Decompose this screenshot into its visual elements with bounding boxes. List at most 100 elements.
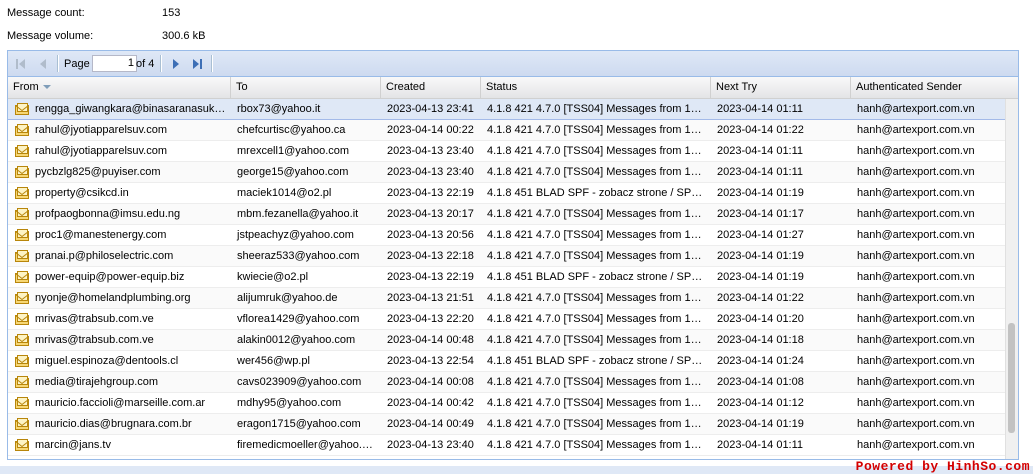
next-try-cell: 2023-04-14 01:12 <box>717 397 804 409</box>
to-cell: george15@yahoo.com <box>237 166 349 178</box>
created-cell: 2023-04-14 00:48 <box>387 334 474 346</box>
table-row[interactable]: pranai.p@philoselectric.com sheeraz533@ya… <box>8 246 1008 267</box>
next-try-cell: 2023-04-14 01:11 <box>717 145 804 157</box>
mail-queue-icon <box>15 145 29 157</box>
created-cell: 2023-04-13 22:18 <box>387 250 474 262</box>
status-cell: 4.1.8 421 4.7.0 [TSS04] Messages from 1… <box>487 292 702 304</box>
from-cell: media@tirajehgroup.com <box>35 376 159 388</box>
table-row[interactable]: proc1@manestenergy.com jstpeachyz@yahoo.c… <box>8 225 1008 246</box>
grid-header: From To Created Status Next Try Authenti… <box>8 77 1018 99</box>
status-cell: 4.1.8 451 BLAD SPF - zobacz strone / SP… <box>487 271 703 283</box>
table-row[interactable]: rahul@jyotiapparelsuv.com mrexcell1@yahoo… <box>8 141 1008 162</box>
next-try-cell: 2023-04-14 01:19 <box>717 271 804 283</box>
table-row[interactable]: media@tirajehgroup.com cavs023909@yahoo.c… <box>8 372 1008 393</box>
column-header-authenticated-sender[interactable]: Authenticated Sender <box>851 77 1018 98</box>
message-count-label: Message count: <box>7 7 85 19</box>
message-volume-value: 300.6 kB <box>162 30 206 42</box>
to-cell: kwiecie@o2.pl <box>237 271 309 283</box>
table-row[interactable]: mauricio.faccioli@marseille.com.ar mdhy95… <box>8 393 1008 414</box>
column-header-next-try[interactable]: Next Try <box>711 77 851 98</box>
table-row[interactable]: rengga_giwangkara@binasaranasuk… rbox73@y… <box>8 99 1008 120</box>
to-cell: chefcurtisc@yahoo.ca <box>237 124 346 136</box>
mail-queue-icon <box>15 292 29 304</box>
authenticated-sender-cell: hanh@artexport.com.vn <box>857 229 975 241</box>
last-page-icon[interactable] <box>189 56 205 72</box>
table-row[interactable]: property@csikcd.in maciek1014@o2.pl 2023-0… <box>8 183 1008 204</box>
table-row[interactable]: mrivas@trabsub.com.ve alakin0012@yahoo.co… <box>8 330 1008 351</box>
status-cell: 4.1.8 421 4.7.0 [TSS04] Messages from 1… <box>487 439 702 451</box>
mail-queue-icon <box>15 355 29 367</box>
page-number-input[interactable] <box>92 55 137 72</box>
authenticated-sender-cell: hanh@artexport.com.vn <box>857 418 975 430</box>
column-header-status[interactable]: Status <box>481 77 711 98</box>
prev-page-icon[interactable] <box>35 56 51 72</box>
status-cell: 4.1.8 421 4.7.0 [TSS04] Messages from 1… <box>487 229 702 241</box>
table-row[interactable]: pycbzlg825@puyiser.com george15@yahoo.com… <box>8 162 1008 183</box>
next-try-cell: 2023-04-14 01:08 <box>717 376 804 388</box>
status-cell: 4.1.8 421 4.7.0 [TSS04] Messages from 1… <box>487 208 702 220</box>
authenticated-sender-cell: hanh@artexport.com.vn <box>857 313 975 325</box>
mail-queue-icon <box>15 103 29 115</box>
next-try-cell: 2023-04-14 01:17 <box>717 208 804 220</box>
next-try-cell: 2023-04-14 01:19 <box>717 187 804 199</box>
created-cell: 2023-04-13 22:20 <box>387 313 474 325</box>
to-cell: eragon1715@yahoo.com <box>237 418 361 430</box>
column-header-from[interactable]: From <box>8 77 231 98</box>
column-header-to[interactable]: To <box>231 77 381 98</box>
scrollbar-thumb[interactable] <box>1008 323 1015 433</box>
page-count-label: of 4 <box>136 58 155 70</box>
table-row[interactable]: marcin@jans.tv firemedicmoeller@yahoo.… 20… <box>8 435 1008 456</box>
to-cell: firemedicmoeller@yahoo.… <box>237 439 373 451</box>
status-cell: 4.1.8 421 4.7.0 [TSS04] Messages from 1… <box>487 250 702 262</box>
next-try-cell: 2023-04-14 01:18 <box>717 334 804 346</box>
column-header-label: Created <box>386 81 426 93</box>
from-cell: property@csikcd.in <box>35 187 129 199</box>
from-cell: nyonje@homelandplumbing.org <box>35 292 191 304</box>
table-row[interactable]: rahul@jyotiapparelsuv.com chefcurtisc@yah… <box>8 120 1008 141</box>
next-try-cell: 2023-04-14 01:22 <box>717 292 804 304</box>
created-cell: 2023-04-13 23:40 <box>387 166 474 178</box>
created-cell: 2023-04-13 23:40 <box>387 145 474 157</box>
table-row[interactable]: mrivas@trabsub.com.ve vflorea1429@yahoo.c… <box>8 309 1008 330</box>
page-label: Page <box>64 58 90 70</box>
status-cell: 4.1.8 421 4.7.0 [TSS04] Messages from 1… <box>487 418 702 430</box>
next-try-cell: 2023-04-14 01:27 <box>717 229 804 241</box>
sort-descending-icon <box>42 85 51 90</box>
vertical-scrollbar[interactable] <box>1005 99 1018 459</box>
status-cell: 4.1.8 421 4.7.0 [TSS04] Messages from 1… <box>487 103 702 115</box>
paging-toolbar: Page of 4 <box>8 51 1018 77</box>
table-row[interactable]: mauricio.dias@brugnara.com.br eragon1715@… <box>8 414 1008 435</box>
next-page-icon[interactable] <box>168 56 184 72</box>
authenticated-sender-cell: hanh@artexport.com.vn <box>857 208 975 220</box>
status-cell: 4.1.8 421 4.7.0 [TSS04] Messages from 1… <box>487 124 702 136</box>
mail-queue-icon <box>15 439 29 451</box>
status-cell: 4.1.8 451 BLAD SPF - zobacz strone / SP… <box>487 187 703 199</box>
from-cell: mauricio.faccioli@marseille.com.ar <box>35 397 206 409</box>
table-row[interactable]: profpaogbonna@imsu.edu.ng mbm.fezanella@y… <box>8 204 1008 225</box>
next-try-cell: 2023-04-14 01:11 <box>717 166 804 178</box>
from-cell: proc1@manestenergy.com <box>35 229 167 241</box>
from-cell: miguel.espinoza@dentools.cl <box>35 355 179 367</box>
authenticated-sender-cell: hanh@artexport.com.vn <box>857 439 975 451</box>
table-row[interactable]: power-equip@power-equip.biz kwiecie@o2.pl… <box>8 267 1008 288</box>
table-row[interactable]: nyonje@homelandplumbing.org alijumruk@yah… <box>8 288 1008 309</box>
authenticated-sender-cell: hanh@artexport.com.vn <box>857 250 975 262</box>
to-cell: rbox73@yahoo.it <box>237 103 321 115</box>
table-row[interactable]: miguel.espinoza@dentools.cl wer456@wp.pl 2… <box>8 351 1008 372</box>
authenticated-sender-cell: hanh@artexport.com.vn <box>857 166 975 178</box>
first-page-icon[interactable] <box>13 56 29 72</box>
to-cell: maciek1014@o2.pl <box>237 187 332 199</box>
from-cell: marcin@jans.tv <box>35 439 111 451</box>
column-header-label: Authenticated Sender <box>856 81 962 93</box>
authenticated-sender-cell: hanh@artexport.com.vn <box>857 187 975 199</box>
mail-queue-icon <box>15 208 29 220</box>
created-cell: 2023-04-14 00:49 <box>387 418 474 430</box>
mail-queue-icon <box>15 397 29 409</box>
to-cell: cavs023909@yahoo.com <box>237 376 362 388</box>
from-cell: pranai.p@philoselectric.com <box>35 250 174 262</box>
toolbar-separator <box>211 55 213 72</box>
column-header-created[interactable]: Created <box>381 77 481 98</box>
next-try-cell: 2023-04-14 01:11 <box>717 439 804 451</box>
created-cell: 2023-04-13 23:41 <box>387 103 474 115</box>
authenticated-sender-cell: hanh@artexport.com.vn <box>857 397 975 409</box>
